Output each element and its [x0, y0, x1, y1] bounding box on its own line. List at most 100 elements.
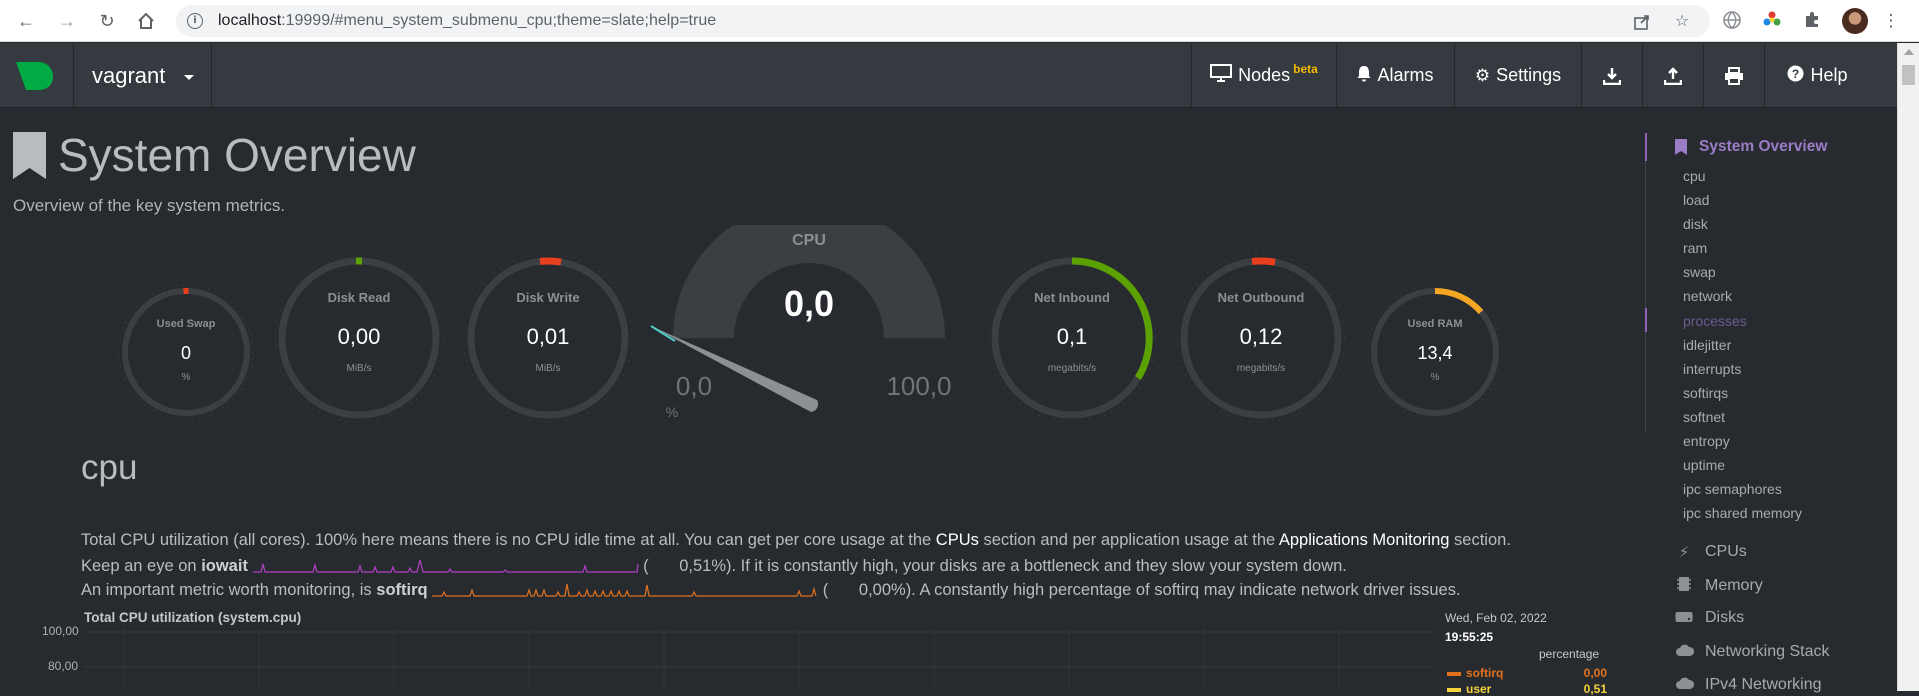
gauge-net-outbound-title: Net Outbound [1218, 290, 1305, 305]
gauge-used-ram[interactable]: Used RAM 13,4 % [1368, 285, 1500, 419]
sidebar-item-ram[interactable]: ram [1683, 240, 1802, 264]
sidebar-group-memory[interactable]: Memory [1675, 576, 1763, 596]
netdata-topbar: vagrant Nodesbeta Alarms ⚙ Settings ? He… [0, 43, 1897, 108]
menu-kebab-icon[interactable]: ⋮ [1880, 10, 1902, 32]
gauge-disk-read[interactable]: Disk Read 0,00 MiB/s [275, 254, 443, 422]
help-button[interactable]: ? Help [1764, 43, 1870, 108]
download-icon [1603, 67, 1621, 85]
sidebar-item-disk[interactable]: disk [1683, 216, 1802, 240]
settings-button[interactable]: ⚙ Settings [1454, 43, 1581, 108]
gauge-used-ram-title: Used RAM [1407, 318, 1462, 330]
gauge-cpu-title: CPU [792, 232, 826, 249]
legend-user-swatch [1447, 688, 1461, 692]
share-icon[interactable] [1633, 13, 1651, 31]
iowait-label: iowait [201, 557, 248, 575]
sidebar-item-idlejitter[interactable]: idlejitter [1683, 337, 1802, 361]
sidebar-group-cpus[interactable]: ⚡CPUs [1675, 543, 1747, 561]
y-tick-80: 80,00 [48, 659, 78, 673]
scroll-up-icon[interactable] [1904, 49, 1914, 55]
sidebar-item-swap[interactable]: swap [1683, 264, 1802, 288]
caret-down-icon [184, 75, 194, 80]
gauge-cpu[interactable]: CPU 0,0 0,0 100,0 % [651, 225, 952, 420]
color-extension-icon[interactable] [1761, 10, 1783, 32]
cpus-link[interactable]: CPUs [936, 531, 979, 549]
gauge-net-outbound-unit: megabits/s [1237, 363, 1285, 374]
gauge-disk-write-value: 0,01 [527, 324, 570, 349]
gauge-disk-read-title: Disk Read [328, 290, 391, 305]
legend-softirq[interactable]: softirq0,00 [1447, 666, 1607, 680]
host-name: vagrant [92, 63, 165, 89]
cpu-description-line1: Total CPU utilization (all cores). 100% … [81, 531, 1641, 550]
sidebar-group-ipv4-networking[interactable]: IPv4 Networking [1675, 676, 1822, 694]
sidebar-item-cpu[interactable]: cpu [1683, 168, 1802, 192]
legend-user[interactable]: user0,51 [1447, 682, 1607, 696]
iowait-value: 0,51% [679, 557, 726, 575]
softirq-sparkline [432, 582, 818, 600]
gauge-cpu-min: 0,0 [676, 371, 712, 401]
cpu-chart-plot[interactable] [84, 628, 1434, 691]
alarms-button[interactable]: Alarms [1336, 43, 1454, 108]
chart-title: Total CPU utilization (system.cpu) [84, 610, 301, 625]
gauge-cpu-needle-tip [651, 326, 675, 341]
gauge-disk-read-unit: MiB/s [347, 363, 372, 374]
sidebar-item-softirqs[interactable]: softirqs [1683, 385, 1802, 409]
home-icon[interactable] [134, 9, 158, 33]
download-button[interactable] [1581, 43, 1642, 108]
sidebar-rail [1645, 133, 1646, 433]
extensions-puzzle-icon[interactable] [1801, 10, 1823, 32]
reload-icon[interactable]: ↻ [95, 9, 119, 33]
gauge-net-outbound-arc [1252, 261, 1275, 262]
gauge-net-outbound-value: 0,12 [1240, 324, 1283, 349]
sidebar-group-disks[interactable]: Disks [1675, 609, 1744, 627]
nodes-button[interactable]: Nodesbeta [1191, 43, 1336, 108]
section-title-cpu: cpu [81, 448, 137, 488]
sidebar-item-ipc-shared-memory[interactable]: ipc shared memory [1683, 505, 1802, 529]
print-button[interactable] [1703, 43, 1764, 108]
cpu-description-line3: An important metric worth monitoring, is… [81, 581, 1641, 600]
url-text[interactable]: localhost:19999/#menu_system_submenu_cpu… [218, 12, 716, 30]
sidebar-item-network[interactable]: network [1683, 288, 1802, 312]
scroll-thumb[interactable] [1902, 65, 1915, 85]
upload-button[interactable] [1642, 43, 1703, 108]
sidebar-item-uptime[interactable]: uptime [1683, 457, 1802, 481]
gauge-net-inbound-title: Net Inbound [1034, 290, 1110, 305]
gauge-used-ram-value: 13,4 [1417, 343, 1452, 363]
sidebar-heading-system-overview[interactable]: System Overview [1675, 138, 1827, 156]
address-bar[interactable]: i localhost:19999/#menu_system_submenu_c… [176, 5, 1710, 37]
gauge-disk-write-arc [540, 261, 561, 262]
gauge-disk-write[interactable]: Disk Write 0,01 MiB/s [464, 254, 632, 422]
print-icon [1724, 67, 1744, 85]
gauge-cpu-value: 0,0 [784, 283, 834, 324]
svg-text:?: ? [1792, 67, 1799, 81]
bookmark-star-icon[interactable]: ☆ [1673, 13, 1691, 31]
sidebar-nav: System Overview cpu load disk ram swap n… [1645, 120, 1885, 691]
bookmark-icon [13, 132, 46, 179]
sidebar-item-interrupts[interactable]: interrupts [1683, 361, 1802, 385]
question-circle-icon: ? [1787, 65, 1804, 87]
sidebar-item-processes[interactable]: processes [1683, 313, 1802, 337]
page-scrollbar[interactable] [1897, 43, 1919, 691]
gauge-net-inbound[interactable]: Net Inbound 0,1 megabits/s [988, 254, 1156, 422]
host-selector[interactable]: vagrant [74, 43, 212, 108]
profile-avatar[interactable] [1842, 8, 1868, 34]
cpu-description-line2: Keep an eye on iowait ( 0,51%). If it is… [81, 557, 1641, 576]
site-info-icon[interactable]: i [187, 13, 203, 29]
upload-icon [1664, 67, 1682, 85]
back-icon[interactable]: ← [14, 9, 38, 33]
sidebar-item-load[interactable]: load [1683, 192, 1802, 216]
y-tick-100: 100,00 [42, 624, 79, 638]
gauge-used-swap[interactable]: Used Swap 0 % [119, 285, 253, 419]
sidebar-item-ipc-semaphores[interactable]: ipc semaphores [1683, 481, 1802, 505]
gauge-net-outbound[interactable]: Net Outbound 0,12 megabits/s [1177, 254, 1345, 422]
cloud-icon [1675, 676, 1693, 694]
sidebar-item-softnet[interactable]: softnet [1683, 409, 1802, 433]
applications-monitoring-link[interactable]: Applications Monitoring [1279, 531, 1450, 549]
logo-box[interactable] [0, 43, 74, 108]
netdata-logo[interactable] [14, 60, 54, 92]
globe-extension-icon[interactable] [1721, 10, 1743, 32]
sidebar-group-networking-stack[interactable]: Networking Stack [1675, 643, 1830, 661]
gauge-disk-read-value: 0,00 [338, 324, 381, 349]
gauge-used-swap-title: Used Swap [157, 318, 216, 330]
forward-icon[interactable]: → [55, 9, 79, 33]
sidebar-item-entropy[interactable]: entropy [1683, 433, 1802, 457]
